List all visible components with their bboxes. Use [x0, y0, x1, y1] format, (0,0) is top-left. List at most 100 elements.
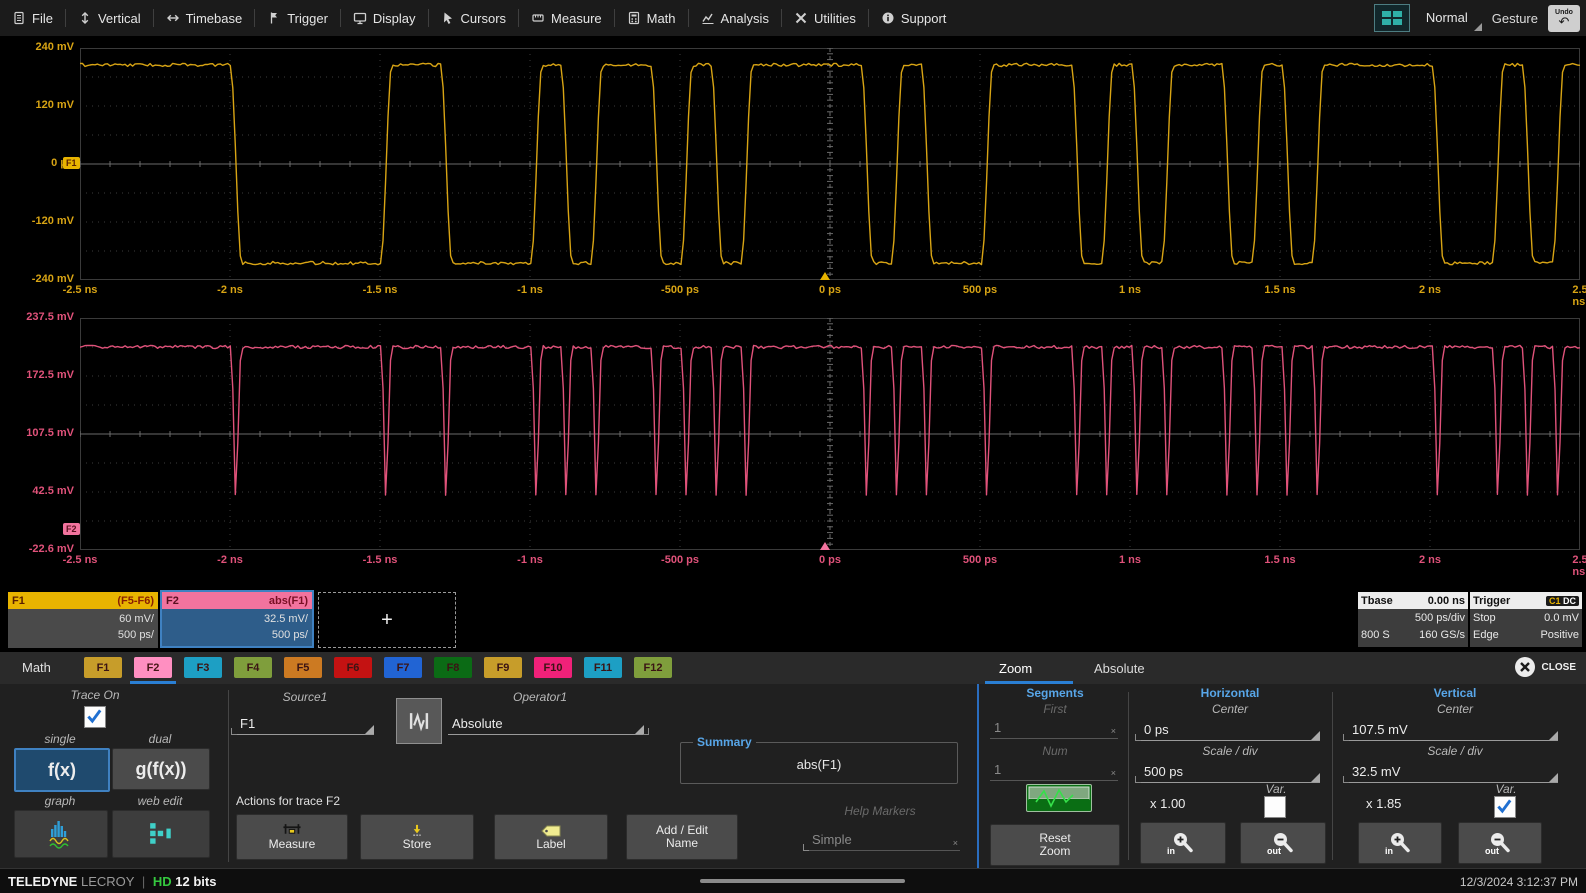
menu-item-measure[interactable]: Measure	[519, 6, 614, 30]
menu-item-cursors[interactable]: Cursors	[429, 6, 519, 30]
tab-f6[interactable]: F6	[334, 657, 372, 678]
f1-x-tick-label: -2 ns	[217, 284, 243, 296]
info-icon	[881, 11, 895, 25]
tab-f10[interactable]: F10	[534, 657, 572, 678]
horizontal-scale-label: Scale / div	[1130, 744, 1330, 758]
f1-x-tick-label: -1.5 ns	[363, 284, 398, 296]
f2-descriptor-box[interactable]: F2 abs(F1) 32.5 mV/ 500 ps/	[162, 592, 312, 646]
cursor-icon	[441, 11, 455, 25]
tab-f5[interactable]: F5	[284, 657, 322, 678]
tab-f1[interactable]: F1	[84, 657, 122, 678]
label-action-button[interactable]: Label	[494, 814, 608, 860]
vertical-zoom-out-button[interactable]: out	[1458, 822, 1542, 864]
zoom-preview-button[interactable]	[1026, 784, 1092, 812]
f2-trigger-position-marker[interactable]	[820, 542, 830, 550]
timebase-box[interactable]: Tbase 0.00 ns 500 ps/div 800 S 160 GS/s	[1358, 592, 1468, 646]
undo-button[interactable]: Undo↶	[1548, 5, 1580, 32]
f2-waveform-grid[interactable]	[80, 318, 1580, 550]
trigger-type: Edge	[1473, 627, 1499, 644]
help-markers-dropdown[interactable]: Simple×	[808, 828, 960, 851]
tab-zoom[interactable]: Zoom	[985, 656, 1046, 681]
horizontal-center-dropdown[interactable]: 0 ps	[1140, 718, 1320, 741]
f1-x-tick-label: 500 ps	[963, 284, 997, 296]
f1-trigger-position-marker[interactable]	[820, 272, 830, 280]
add-trace-button[interactable]: +	[318, 592, 456, 648]
f1-waveform-grid[interactable]	[80, 48, 1580, 280]
single-label: single	[14, 732, 106, 746]
tab-f11[interactable]: F11	[584, 657, 622, 678]
tab-absolute[interactable]: Absolute	[1080, 656, 1159, 681]
f2-y-tick-label: 172.5 mV	[2, 369, 74, 381]
menu-item-timebase[interactable]: Timebase	[154, 6, 255, 30]
ruler-icon	[531, 11, 545, 25]
store-action-button[interactable]: Store	[360, 814, 474, 860]
menu-item-file[interactable]: File	[0, 6, 65, 30]
horizontal-zoom-out-button[interactable]: out	[1240, 822, 1326, 864]
menu-item-display[interactable]: Display	[341, 6, 428, 30]
vertical-header: Vertical	[1335, 686, 1575, 700]
source1-label: Source1	[240, 690, 370, 704]
summary-value: abs(F1)	[681, 757, 957, 772]
reset-zoom-button[interactable]: ResetZoom	[990, 824, 1120, 866]
trigger-mode: Stop	[1473, 610, 1496, 627]
panel-drag-handle[interactable]	[700, 879, 905, 883]
dual-gfx-button[interactable]: g(f(x))	[112, 748, 210, 790]
waveform-display-area: 240 mV120 mV0 µV-120 mV-240 mV -2.5 ns-2…	[0, 36, 1586, 585]
tab-f8[interactable]: F8	[434, 657, 472, 678]
f1-zero-level-tag[interactable]: F1	[63, 157, 80, 169]
help-markers-label: Help Markers	[800, 804, 960, 818]
f1-x-tick-label: 1 ns	[1119, 284, 1141, 296]
tab-f3[interactable]: F3	[184, 657, 222, 678]
tab-f4[interactable]: F4	[234, 657, 272, 678]
measure-action-button[interactable]: Measure	[236, 814, 348, 860]
segments-first-input[interactable]: 1×	[990, 718, 1118, 739]
add-edit-name-button[interactable]: Add / EditName	[626, 814, 738, 860]
display-mode-dropdown[interactable]: Normal	[1420, 6, 1482, 31]
web-edit-button[interactable]	[112, 810, 210, 858]
graph-mode-button[interactable]	[14, 810, 108, 858]
tab-f2[interactable]: F2	[134, 657, 172, 678]
close-icon	[1514, 656, 1536, 678]
f1-descriptor-box[interactable]: F1 (F5-F6) 60 mV/ 500 ps/	[8, 592, 158, 646]
summary-label: Summary	[693, 735, 756, 749]
tab-f12[interactable]: F12	[634, 657, 672, 678]
menu-item-support[interactable]: Support	[869, 6, 959, 30]
f2-x-tick-label: -2.5 ns	[63, 554, 98, 566]
horizontal-scale-dropdown[interactable]: 500 ps	[1140, 760, 1320, 783]
segments-header: Segments	[985, 686, 1125, 700]
menu-item-trigger[interactable]: Trigger	[255, 6, 340, 30]
horizontal-var-checkbox[interactable]	[1264, 796, 1286, 818]
menu-item-utilities[interactable]: Utilities	[782, 6, 868, 30]
source1-dropdown[interactable]: F1	[236, 710, 374, 735]
vertical-zoom-factor: x 1.85	[1366, 796, 1401, 811]
horizontal-var-label: Var.	[1246, 782, 1306, 796]
vertical-scale-dropdown[interactable]: 32.5 mV	[1348, 760, 1558, 783]
segments-num-input[interactable]: 1×	[990, 760, 1118, 781]
f1-descriptor-name: F1	[12, 595, 25, 607]
grid-mode-button[interactable]	[1374, 4, 1410, 32]
operator1-dropdown[interactable]: Absolute	[448, 710, 644, 735]
chart-icon	[701, 11, 715, 25]
menu-item-math[interactable]: Math	[615, 6, 688, 30]
graph-label: graph	[14, 794, 106, 808]
vertical-var-checkbox[interactable]	[1494, 796, 1516, 818]
f2-y-tick-label: 107.5 mV	[2, 427, 74, 439]
single-fx-button[interactable]: f(x)	[14, 748, 110, 792]
tab-f9[interactable]: F9	[484, 657, 522, 678]
trace-on-checkbox[interactable]	[84, 706, 106, 728]
trigger-box[interactable]: Trigger C1 DC Stop 0.0 mV Edge Positive	[1470, 592, 1582, 646]
caliper-icon	[281, 823, 303, 838]
menu-item-analysis[interactable]: Analysis	[689, 6, 781, 30]
segments-num-label: Num	[985, 744, 1125, 758]
trigger-level: 0.0 mV	[1544, 610, 1579, 627]
horizontal-zoom-in-button[interactable]: in	[1140, 822, 1226, 864]
f2-zero-level-tag[interactable]: F2	[63, 523, 80, 535]
close-panel-button[interactable]: CLOSE	[1514, 656, 1576, 678]
math-setup-panel: Trace On single dual f(x) g(f(x)) graph …	[0, 684, 1586, 868]
vertical-zoom-in-button[interactable]: in	[1358, 822, 1442, 864]
menu-item-vertical[interactable]: Vertical	[66, 6, 153, 30]
tab-f7[interactable]: F7	[384, 657, 422, 678]
web-edit-icon	[146, 821, 176, 847]
vertical-center-dropdown[interactable]: 107.5 mV	[1348, 718, 1558, 741]
label-tag-icon	[540, 824, 562, 838]
